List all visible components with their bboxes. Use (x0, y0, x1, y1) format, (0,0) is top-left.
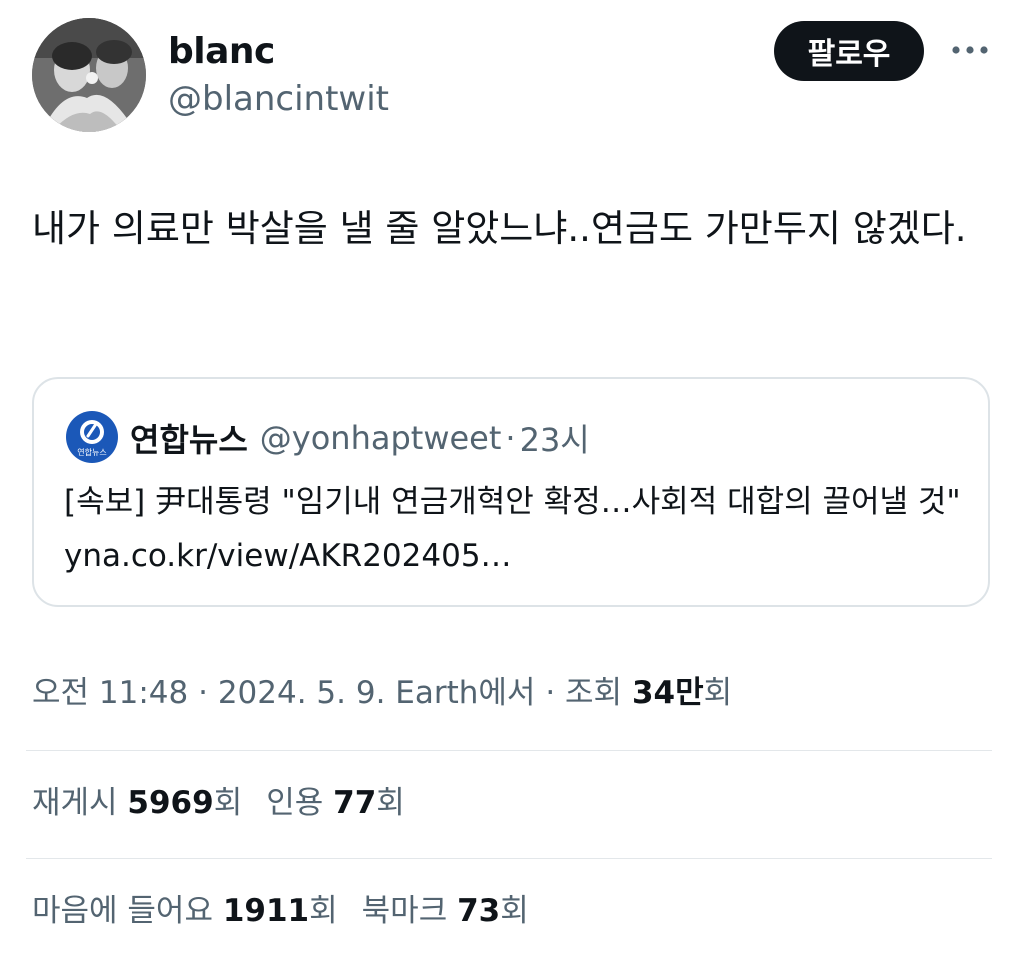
quoted-time: 23시 (519, 421, 590, 459)
reposts-unit: 회 (213, 785, 243, 821)
views-count: 34만 (631, 675, 704, 711)
views-unit: 회 (703, 675, 733, 711)
divider (26, 858, 992, 859)
reposts-count: 5969 (127, 785, 214, 821)
reposts-label: 재게시 (32, 785, 118, 821)
post-meta: 오전 11:48 · 2024. 5. 9. Earth에서 · 조회 34만회 (32, 670, 732, 716)
author-name[interactable]: blanc (168, 28, 275, 76)
quotes-unit: 회 (376, 785, 405, 821)
stats-row-likes: 마음에 들어요 1911회 북마크 73회 (32, 888, 529, 934)
bookmarks-unit: 회 (500, 893, 529, 929)
reposts-stat[interactable]: 재게시 5969회 (32, 780, 242, 826)
quoted-post-text: [속보] 尹대통령 "임기내 연금개혁안 확정…사회적 대합의 끌어낼 것" y… (64, 484, 961, 574)
more-dots-icon[interactable] (950, 38, 990, 62)
yonhap-logo-text: 연합뉴스 (77, 448, 106, 457)
post-source: Earth에서 (395, 675, 536, 711)
quoted-author-name: 연합뉴스 (130, 421, 248, 459)
likes-stat[interactable]: 마음에 들어요 1911회 (32, 888, 338, 934)
quoted-author-handle: @yonhaptweet (259, 419, 502, 457)
follow-button[interactable]: 팔로우 (774, 21, 924, 81)
divider (26, 750, 992, 751)
bookmarks-stat[interactable]: 북마크 73회 (362, 888, 529, 934)
quoted-post-card[interactable]: 연합뉴스 연합뉴스 @yonhaptweet · 23시 [속보] 尹대통령 "… (32, 377, 990, 607)
bookmarks-count: 73 (457, 893, 501, 929)
quotes-label: 인용 (266, 785, 324, 821)
meta-separator: · (545, 675, 556, 711)
yonhap-logo-icon: 연합뉴스 (66, 411, 118, 463)
likes-label: 마음에 들어요 (32, 893, 213, 929)
avatar[interactable] (32, 18, 146, 132)
quoted-separator: · (505, 419, 516, 457)
author-handle[interactable]: @blancintwit (168, 76, 389, 122)
likes-count: 1911 (222, 893, 310, 929)
meta-separator: · (198, 675, 208, 711)
post-text: 내가 의료만 박살을 낼 줄 알았느냐..연금도 가만두지 않겠다. (32, 207, 967, 250)
quoted-post-header: 연합뉴스 @yonhaptweet · 23시 (130, 413, 590, 463)
quotes-stat[interactable]: 인용 77회 (266, 780, 405, 826)
stats-row-reposts: 재게시 5969회 인용 77회 (32, 780, 405, 826)
avatar-image (32, 18, 146, 132)
bookmarks-label: 북마크 (361, 893, 448, 929)
quotes-count: 77 (333, 785, 377, 821)
post-date[interactable]: 2024. 5. 9. (218, 675, 386, 711)
views-label: 조회 (565, 675, 623, 711)
post-time[interactable]: 오전 11:48 (32, 675, 188, 711)
likes-unit: 회 (309, 893, 338, 929)
